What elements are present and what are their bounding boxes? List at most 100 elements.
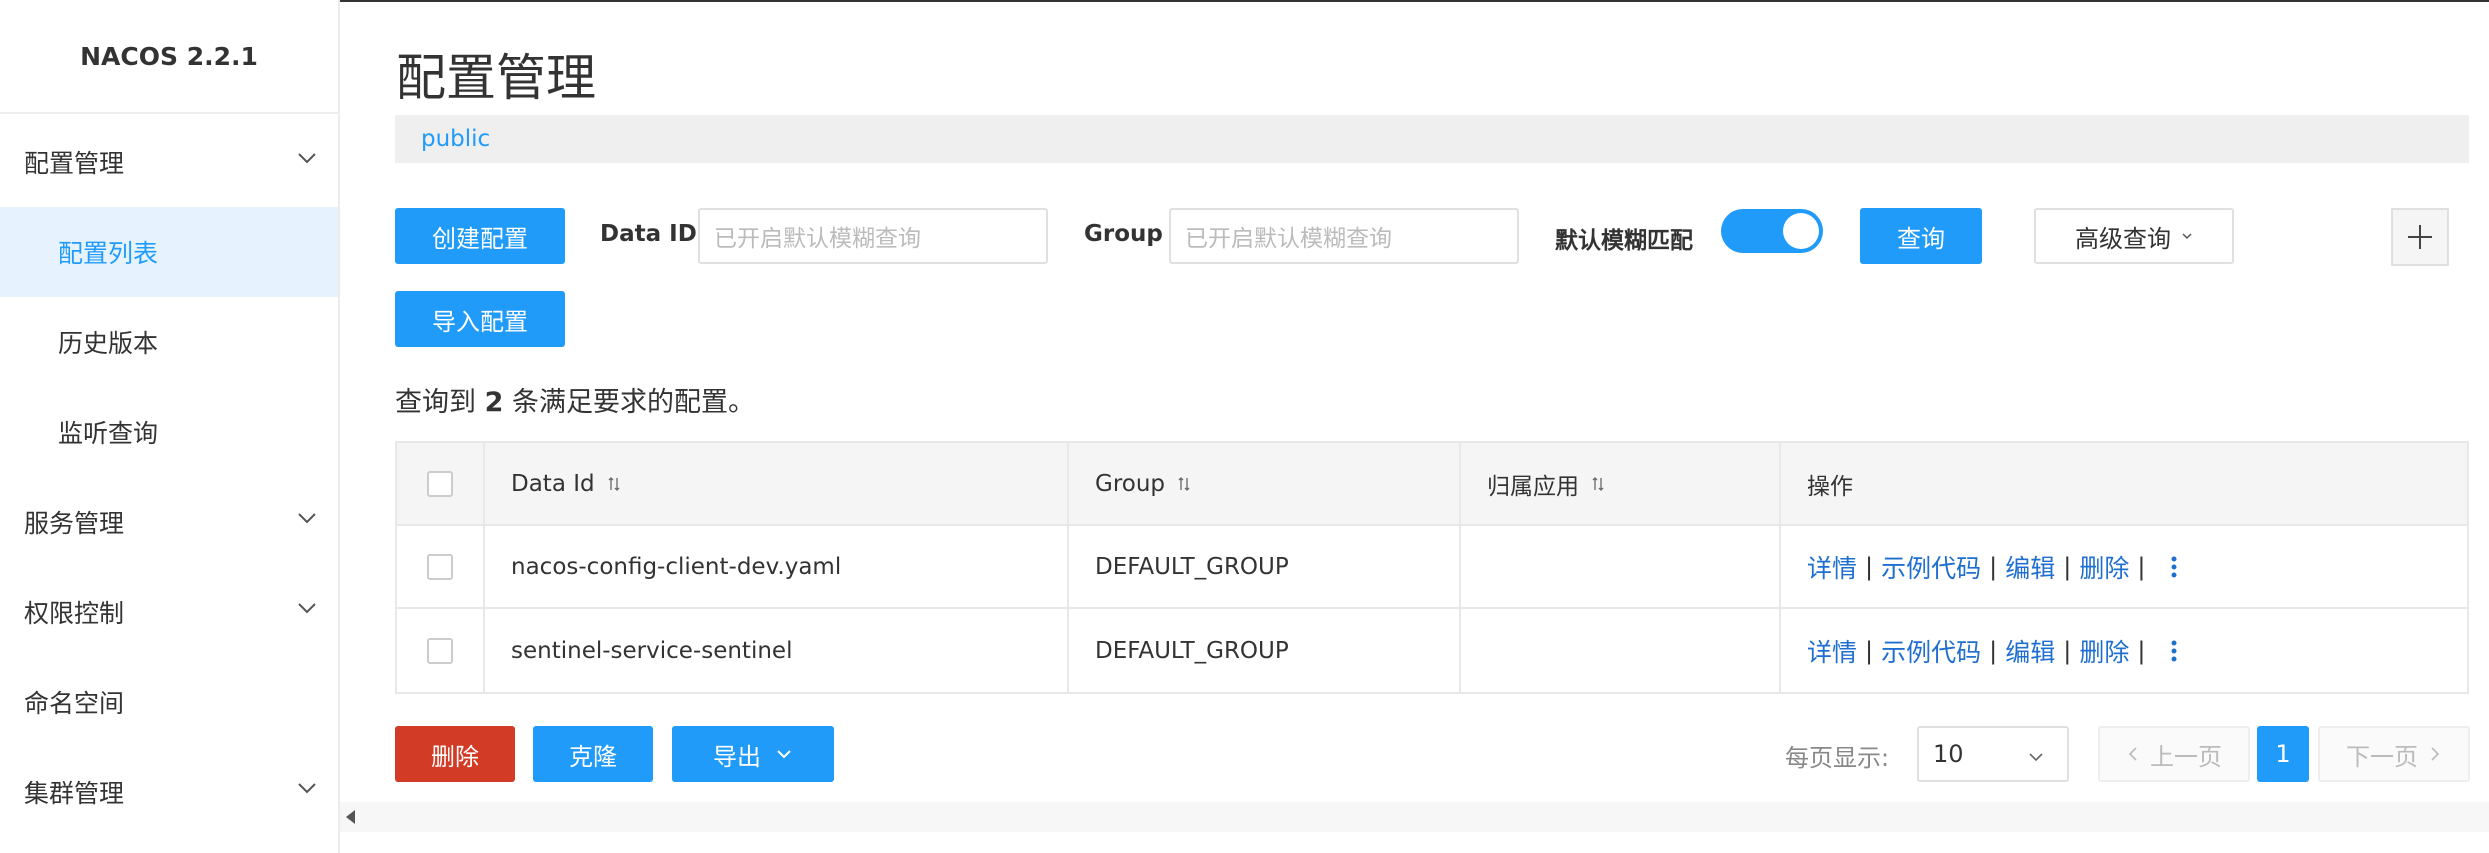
row-dataid: sentinel-service-sentinel <box>485 609 1069 692</box>
separator: | <box>2063 636 2072 665</box>
sidebar-item-label: 权限控制 <box>24 599 125 628</box>
result-suffix: 条满足要求的配置。 <box>511 387 755 418</box>
prev-page-label: 上一页 <box>2150 742 2222 771</box>
select-all-cell <box>397 443 485 524</box>
edit-link[interactable]: 编辑 <box>2005 549 2055 585</box>
row-select-cell <box>397 609 485 692</box>
row-actions: 详情 | 示例代码 | 编辑 | 删除 | <box>1781 526 2469 607</box>
chevron-down-icon <box>2182 233 2192 240</box>
select-all-checkbox[interactable] <box>427 470 453 497</box>
namespace-link-public[interactable]: public <box>421 126 490 152</box>
sidebar-item-config-management[interactable]: 配置管理 <box>0 117 338 207</box>
prev-page-button[interactable]: 上一页 <box>2098 726 2250 782</box>
column-header-group[interactable]: Group <box>1069 443 1461 524</box>
sample-code-link[interactable]: 示例代码 <box>1881 633 1981 669</box>
delete-link[interactable]: 删除 <box>2079 633 2129 669</box>
row-app <box>1461 526 1781 607</box>
sidebar-item-namespace[interactable]: 命名空间 <box>0 657 338 747</box>
table-row: nacos-config-client-dev.yaml DEFAULT_GRO… <box>397 526 2467 609</box>
separator: | <box>1989 552 1998 581</box>
more-vertical-icon[interactable] <box>2169 555 2179 579</box>
row-select-cell <box>397 526 485 607</box>
sort-icon[interactable] <box>1591 475 1605 493</box>
separator: | <box>1865 636 1874 665</box>
export-button[interactable]: 导出 <box>672 726 834 782</box>
row-actions: 详情 | 示例代码 | 编辑 | 删除 | <box>1781 609 2469 692</box>
row-app <box>1461 609 1781 692</box>
result-prefix: 查询到 <box>395 387 476 418</box>
namespace-bar: public <box>395 115 2469 163</box>
next-page-button[interactable]: 下一页 <box>2318 726 2470 782</box>
advanced-query-button[interactable]: 高级查询 <box>2034 208 2234 264</box>
page-title: 配置管理 <box>396 49 596 107</box>
chevron-down-icon <box>777 750 791 759</box>
sidebar-item-label: 命名空间 <box>24 689 125 718</box>
clone-button[interactable]: 克隆 <box>533 726 653 782</box>
add-button[interactable] <box>2391 208 2449 266</box>
detail-link[interactable]: 详情 <box>1807 549 1857 585</box>
group-label: Group <box>1084 221 1163 247</box>
app-brand: NACOS 2.2.1 <box>0 0 338 114</box>
separator: | <box>2063 552 2072 581</box>
page-size-value: 10 <box>1933 740 1964 768</box>
row-group: DEFAULT_GROUP <box>1069 526 1461 607</box>
fuzzy-match-toggle[interactable] <box>1721 209 1823 253</box>
separator: | <box>1865 552 1874 581</box>
row-checkbox[interactable] <box>427 553 453 580</box>
fuzzy-match-label: 默认模糊匹配 <box>1555 228 1693 254</box>
page-number-current[interactable]: 1 <box>2257 726 2309 782</box>
sidebar-item-label: 监听查询 <box>58 419 159 448</box>
column-header-label: Group <box>1095 470 1166 497</box>
column-header-dataid[interactable]: Data Id <box>485 443 1069 524</box>
column-header-app[interactable]: 归属应用 <box>1461 443 1781 524</box>
sidebar-item-access-control[interactable]: 权限控制 <box>0 567 338 657</box>
query-button[interactable]: 查询 <box>1860 208 1982 264</box>
chevron-left-icon <box>2128 747 2137 761</box>
sidebar-item-cluster-management[interactable]: 集群管理 <box>0 747 338 837</box>
detail-link[interactable]: 详情 <box>1807 633 1857 669</box>
sidebar-item-history[interactable]: 历史版本 <box>0 297 338 387</box>
sidebar: NACOS 2.2.1 配置管理 配置列表 历史版本 监听查询 服务管理 权限控… <box>0 0 340 853</box>
sort-icon[interactable] <box>1177 475 1191 493</box>
chevron-down-icon <box>2029 753 2043 762</box>
advanced-query-label: 高级查询 <box>2075 224 2171 253</box>
column-header-label: 归属应用 <box>1487 473 1579 500</box>
sidebar-item-label: 集群管理 <box>24 779 125 808</box>
row-checkbox[interactable] <box>427 637 453 664</box>
separator: | <box>2137 552 2146 581</box>
more-vertical-icon[interactable] <box>2169 639 2179 663</box>
chevron-down-icon <box>298 513 316 524</box>
sidebar-item-service-management[interactable]: 服务管理 <box>0 477 338 567</box>
create-config-button[interactable]: 创建配置 <box>395 208 565 264</box>
column-header-label: Data Id <box>511 470 595 497</box>
scroll-left-arrow-icon[interactable] <box>346 810 355 824</box>
sidebar-item-label: 历史版本 <box>58 329 159 358</box>
chevron-right-icon <box>2431 747 2440 761</box>
config-table: Data Id Group 归属应用 操作 nacos-config-clien… <box>395 441 2469 694</box>
horizontal-scrollbar[interactable] <box>340 802 2489 832</box>
column-header-actions: 操作 <box>1781 443 2469 524</box>
batch-delete-button[interactable]: 删除 <box>395 726 515 782</box>
column-header-label: 操作 <box>1807 473 1853 500</box>
chevron-down-icon <box>298 603 316 614</box>
group-search-input[interactable]: 已开启默认模糊查询 <box>1169 208 1519 264</box>
plus-icon <box>2408 225 2432 249</box>
edit-link[interactable]: 编辑 <box>2005 633 2055 669</box>
delete-link[interactable]: 删除 <box>2079 549 2129 585</box>
result-count: 2 <box>484 387 504 418</box>
import-config-button[interactable]: 导入配置 <box>395 291 565 347</box>
sidebar-item-label: 服务管理 <box>24 509 125 538</box>
sidebar-item-label: 配置管理 <box>24 149 125 178</box>
table-row: sentinel-service-sentinel DEFAULT_GROUP … <box>397 609 2467 692</box>
separator: | <box>2137 636 2146 665</box>
dataid-search-input[interactable]: 已开启默认模糊查询 <box>698 208 1048 264</box>
row-dataid: nacos-config-client-dev.yaml <box>485 526 1069 607</box>
chevron-down-icon <box>298 783 316 794</box>
sidebar-item-listener-query[interactable]: 监听查询 <box>0 387 338 477</box>
page-size-select[interactable]: 10 <box>1917 726 2069 782</box>
page-size-label: 每页显示: <box>1785 744 1890 772</box>
separator: | <box>1989 636 1998 665</box>
sort-icon[interactable] <box>607 475 621 493</box>
sample-code-link[interactable]: 示例代码 <box>1881 549 1981 585</box>
sidebar-item-config-list[interactable]: 配置列表 <box>0 207 338 297</box>
